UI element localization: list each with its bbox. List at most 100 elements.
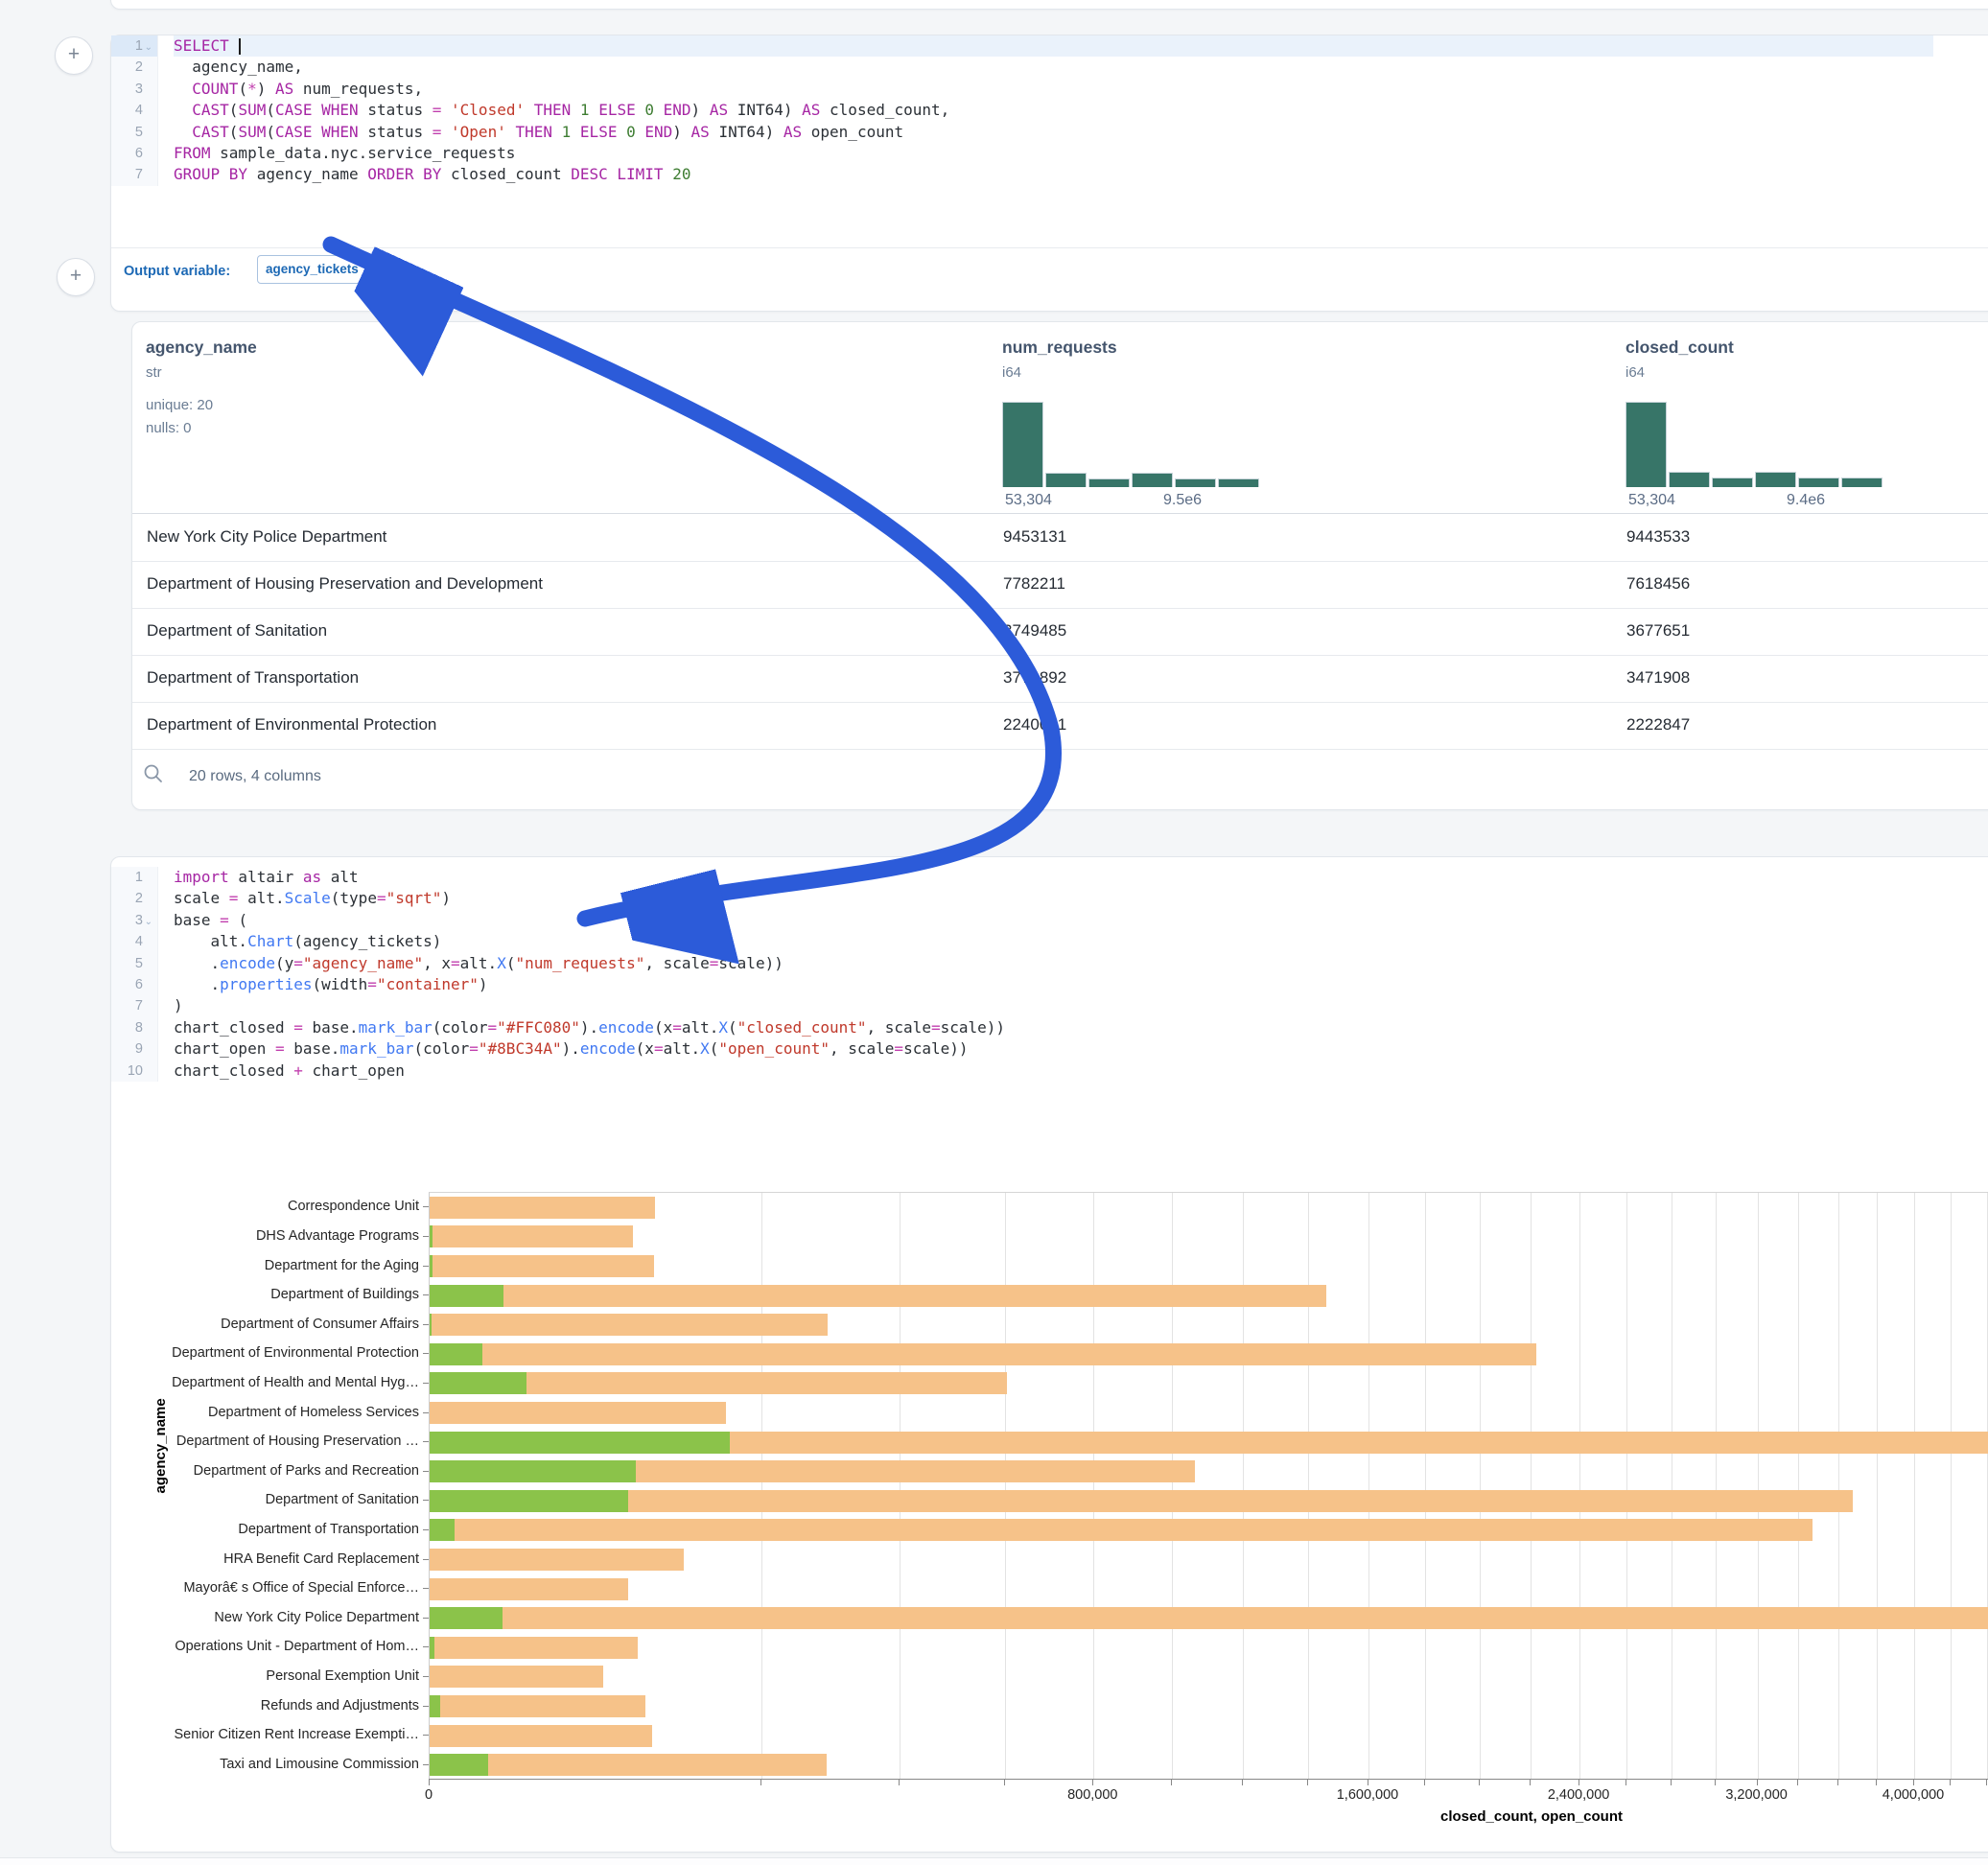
column-type: str [146, 364, 162, 381]
cell-num-requests: 3749485 [1003, 621, 1066, 641]
y-axis-label: Department for the Aging [0, 1258, 419, 1273]
chart-gridline [1838, 1193, 1839, 1780]
table-row[interactable]: Department of Housing Preservation and D… [132, 561, 1988, 609]
add-cell-button-middle[interactable]: + [57, 258, 95, 296]
chart-gridline [1005, 1193, 1006, 1780]
code-line[interactable]: .encode(y="agency_name", x=alt.X("num_re… [174, 953, 1933, 974]
column-type: i64 [1002, 364, 1021, 381]
code-line[interactable]: SELECT [174, 35, 1933, 57]
x-axis-tick [760, 1780, 761, 1785]
y-axis-label: Department of Buildings [0, 1287, 419, 1302]
y-axis-label: Senior Citizen Rent Increase Exempti… [0, 1727, 419, 1742]
code-line[interactable]: import altair as alt [174, 867, 1933, 888]
column-type: i64 [1625, 364, 1645, 381]
bar-closed-count [430, 1285, 1326, 1307]
code-line[interactable]: agency_name, [174, 57, 1933, 78]
line-number: 5 [111, 122, 157, 143]
add-cell-button-top[interactable]: + [55, 36, 93, 75]
chart-gridline [1368, 1193, 1369, 1780]
code-line[interactable]: base = ( [174, 910, 1933, 931]
cell-closed-count: 2222847 [1626, 715, 1690, 734]
sql-cell-line-numbers: 1⌄234567 [111, 35, 158, 186]
x-axis-tick [1913, 1780, 1914, 1785]
code-line[interactable]: FROM sample_data.nyc.service_requests [174, 143, 1933, 164]
bar-open-count [430, 1607, 503, 1629]
code-line[interactable]: chart_open = base.mark_bar(color="#8BC34… [174, 1038, 1933, 1060]
y-axis-label: Department of Transportation [0, 1522, 419, 1537]
cell-num-requests: 9453131 [1003, 527, 1066, 547]
bar-closed-count [430, 1314, 828, 1336]
bar-closed-count [430, 1695, 645, 1717]
code-line[interactable]: chart_closed = base.mark_bar(color="#FFC… [174, 1017, 1933, 1038]
histogram-min-label: 53,304 [1005, 492, 1052, 509]
line-number: 1 [111, 867, 157, 888]
y-axis-label: DHS Advantage Programs [0, 1228, 419, 1244]
code-line[interactable]: CAST(SUM(CASE WHEN status = 'Open' THEN … [174, 122, 1933, 143]
cell-agency-name: New York City Police Department [147, 527, 386, 547]
cell-num-requests: 2240041 [1003, 715, 1066, 734]
x-axis-tick-label: 0 [425, 1787, 433, 1803]
line-number: 3 [111, 79, 157, 100]
search-icon[interactable] [142, 762, 165, 785]
bar-closed-count [430, 1490, 1853, 1512]
table-row[interactable]: Department of Environmental Protection22… [132, 702, 1988, 750]
bar-closed-count [430, 1725, 652, 1747]
table-row[interactable]: Department of Sanitation37494853677651 [132, 608, 1988, 656]
code-line[interactable]: alt.Chart(agency_tickets) [174, 931, 1933, 952]
x-axis-tick [1530, 1780, 1531, 1785]
code-line[interactable]: CAST(SUM(CASE WHEN status = 'Closed' THE… [174, 100, 1933, 121]
column-histogram [1002, 401, 1259, 487]
chart-gridline [1914, 1193, 1915, 1780]
line-number: 10 [111, 1061, 157, 1082]
bar-open-count [430, 1343, 482, 1365]
code-line[interactable]: scale = alt.Scale(type="sqrt") [174, 888, 1933, 909]
table-row[interactable]: Department of Transportation377489234719… [132, 655, 1988, 703]
cell-num-requests: 3774892 [1003, 668, 1066, 688]
x-axis-tick [1171, 1780, 1172, 1785]
chart-gridline [1951, 1193, 1952, 1780]
chart-gridline [1716, 1193, 1717, 1780]
output-variable-input[interactable]: agency_tickets [257, 255, 380, 284]
histogram-bar [1175, 478, 1216, 487]
column-header-agency_name[interactable]: agency_name [146, 338, 257, 358]
chart-gridline [1877, 1193, 1878, 1780]
line-number: 7 [111, 164, 157, 185]
chart-gridline [761, 1193, 762, 1780]
y-axis-label: Department of Consumer Affairs [0, 1317, 419, 1332]
column-stat: unique: 20 [146, 397, 213, 413]
code-line[interactable]: COUNT(*) AS num_requests, [174, 79, 1933, 100]
histogram-bar [1088, 478, 1130, 487]
sql-code-editor[interactable]: 1⌄234567SELECT agency_name, COUNT(*) AS … [111, 35, 1933, 186]
cell-agency-name: Department of Sanitation [147, 621, 327, 641]
y-axis-label: Department of Housing Preservation … [0, 1434, 419, 1449]
table-header-divider [132, 513, 1988, 514]
column-stat: nulls: 0 [146, 420, 192, 436]
notebook-page: { "colors": { "accent_blue": "#1d69b5", … [0, 0, 1988, 1864]
python-cell-code[interactable]: import altair as altscale = alt.Scale(ty… [158, 867, 1933, 1082]
x-axis-tick [1715, 1780, 1716, 1785]
x-axis-tick [1092, 1780, 1093, 1785]
histogram-max-label: 9.5e6 [1163, 492, 1202, 509]
x-axis-tick-label: 800,000 [1067, 1787, 1117, 1803]
column-header-num_requests[interactable]: num_requests [1002, 338, 1117, 358]
code-line[interactable]: GROUP BY agency_name ORDER BY closed_cou… [174, 164, 1933, 185]
histogram-bar [1625, 402, 1667, 487]
line-number: 4 [111, 931, 157, 952]
column-header-closed_count[interactable]: closed_count [1625, 338, 1734, 358]
chart-gridline [1626, 1193, 1627, 1780]
cell-agency-name: Department of Housing Preservation and D… [147, 574, 543, 594]
code-line[interactable]: ) [174, 995, 1933, 1016]
fold-caret-icon[interactable]: ⌄ [144, 918, 152, 927]
histogram-max-label: 9.4e6 [1787, 492, 1825, 509]
sql-cell-code[interactable]: SELECT agency_name, COUNT(*) AS num_requ… [158, 35, 1933, 186]
chart-x-axis-title: closed_count, open_count [1440, 1808, 1623, 1825]
chart-y-axis-labels: Correspondence UnitDHS Advantage Program… [0, 1192, 419, 1779]
code-line[interactable]: .properties(width="container") [174, 974, 1933, 995]
cell-closed-count: 9443533 [1626, 527, 1690, 547]
python-code-editor[interactable]: 123⌄45678910import altair as altscale = … [111, 867, 1933, 1082]
code-line[interactable]: chart_closed + chart_open [174, 1061, 1933, 1082]
line-number: 2 [111, 57, 157, 78]
chart-gridline [1425, 1193, 1426, 1780]
table-row[interactable]: New York City Police Department 9453131 94… [132, 514, 1988, 562]
fold-caret-icon[interactable]: ⌄ [144, 43, 152, 53]
